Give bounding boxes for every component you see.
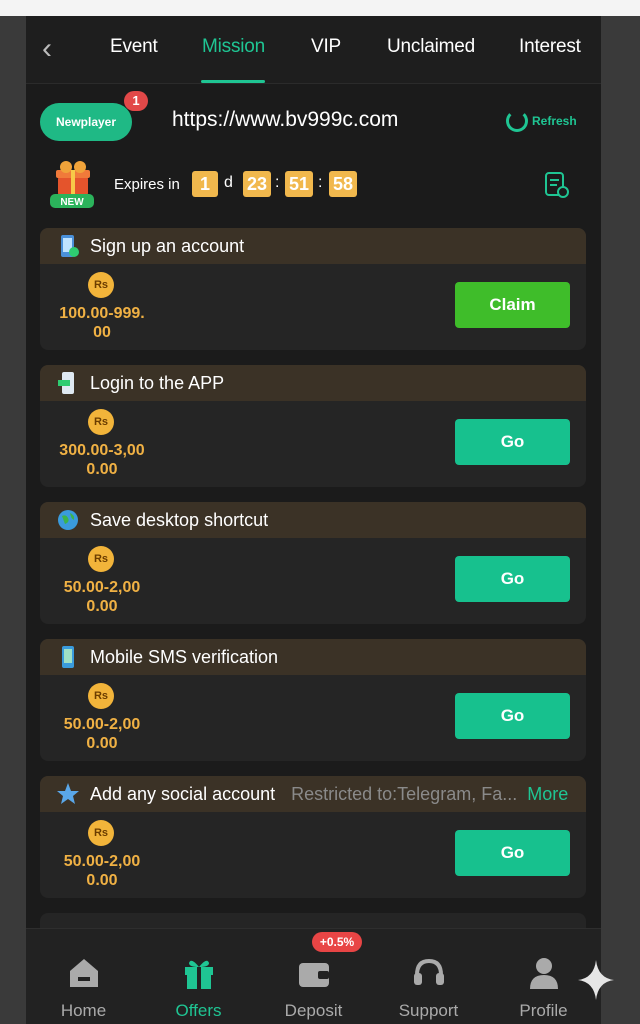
wallet-icon xyxy=(299,963,329,987)
new-label: NEW xyxy=(60,197,84,208)
timer-minutes: 51 xyxy=(285,171,313,197)
task-reward-line: 100.00-999. xyxy=(59,305,145,322)
records-icon[interactable] xyxy=(544,171,570,199)
timer-day-label: d xyxy=(224,174,233,191)
phone-login-icon xyxy=(58,372,74,394)
sparkle-icon xyxy=(578,960,614,1000)
refresh-label: Refresh xyxy=(532,114,577,128)
rupee-coin-icon: Rs xyxy=(88,546,114,572)
new-gift-icon: NEW xyxy=(50,161,94,208)
task-card: Sign up an account Rs 100.00-999. 00 Cla… xyxy=(40,228,586,350)
go-button[interactable]: Go xyxy=(455,556,570,602)
task-card: Add any social account Restricted to:Tel… xyxy=(40,776,586,898)
task-reward: 300.00-3,00 0.00 xyxy=(52,441,152,479)
task-title: Login to the APP xyxy=(90,372,225,393)
expires-label: Expires in xyxy=(114,176,180,193)
refresh-button[interactable]: Refresh xyxy=(506,110,577,132)
refresh-icon xyxy=(506,110,528,132)
task-title: Sign up an account xyxy=(90,235,245,256)
task-reward-line: 0.00 xyxy=(86,872,118,889)
social-star-icon xyxy=(57,783,79,804)
tab-unclaimed[interactable]: Unclaimed xyxy=(387,36,475,58)
home-icon xyxy=(70,959,98,987)
rupee-coin-icon: Rs xyxy=(88,820,114,846)
headset-icon xyxy=(414,958,444,985)
task-reward: 100.00-999. 00 xyxy=(52,304,152,342)
task-reward-line: 50.00-2,00 xyxy=(63,853,141,870)
rupee-coin-icon: Rs xyxy=(88,409,114,435)
phone-check-icon xyxy=(61,235,79,257)
task-restriction: Restricted to:Telegram, Fa... xyxy=(291,783,518,804)
task-reward-line: 300.00-3,00 xyxy=(59,442,145,459)
nav-home[interactable]: Home xyxy=(26,929,141,1024)
claim-button[interactable]: Claim xyxy=(455,282,570,328)
nav-label: Deposit xyxy=(284,1001,343,1020)
task-card: Mobile SMS verification Rs 50.00-2,00 0.… xyxy=(40,639,586,761)
nav-offers[interactable]: Offers xyxy=(141,929,256,1024)
task-title: Mobile SMS verification xyxy=(90,646,279,667)
rupee-coin-icon: Rs xyxy=(88,683,114,709)
go-button[interactable]: Go xyxy=(455,419,570,465)
timer-sep: : xyxy=(318,174,323,191)
app-screen: ‹ Event Mission VIP Unclaimed Interest N… xyxy=(26,16,601,1024)
task-card-header: Mobile SMS verification xyxy=(40,639,586,675)
newplayer-count-badge: 1 xyxy=(124,91,148,111)
nav-support[interactable]: Support xyxy=(371,929,486,1024)
task-card-header: Add any social account Restricted to:Tel… xyxy=(40,776,586,812)
task-title: Add any social account xyxy=(90,783,276,804)
more-link[interactable]: More xyxy=(527,784,568,805)
person-icon xyxy=(530,958,558,989)
tab-bar: ‹ Event Mission VIP Unclaimed Interest xyxy=(26,16,601,84)
timer-sep: : xyxy=(275,174,280,191)
tab-interest[interactable]: Interest xyxy=(519,36,581,58)
rupee-coin-icon: Rs xyxy=(88,272,114,298)
task-card-header: Sign up an account xyxy=(40,228,586,264)
task-reward-line: 0.00 xyxy=(86,461,118,478)
tab-event[interactable]: Event xyxy=(110,36,158,58)
task-card: Save desktop shortcut Rs 50.00-2,00 0.00… xyxy=(40,502,586,624)
timer-days: 1 xyxy=(192,171,218,197)
active-tab-indicator xyxy=(201,80,265,83)
go-button[interactable]: Go xyxy=(455,693,570,739)
nav-label: Home xyxy=(60,1001,107,1020)
site-url: https://www.bv999c.com xyxy=(172,108,399,131)
nav-label: Profile xyxy=(519,1001,568,1020)
browser-top-strip xyxy=(0,0,640,16)
tab-mission[interactable]: Mission xyxy=(202,36,265,58)
task-reward: 50.00-2,00 0.00 xyxy=(52,852,152,890)
mobile-sms-icon xyxy=(62,646,74,668)
timer-seconds: 58 xyxy=(329,171,357,197)
go-button[interactable]: Go xyxy=(455,830,570,876)
nav-label: Offers xyxy=(175,1001,222,1020)
task-card: Login to the APP Rs 300.00-3,00 0.00 Go xyxy=(40,365,586,487)
tab-vip[interactable]: VIP xyxy=(311,36,341,58)
task-card-header: Save desktop shortcut xyxy=(40,502,586,538)
globe-icon xyxy=(58,510,78,530)
task-reward-line: 0.00 xyxy=(86,735,118,752)
task-reward-line: 00 xyxy=(93,324,111,341)
task-reward-line: 50.00-2,00 xyxy=(63,716,141,733)
newplayer-badge[interactable]: Newplayer xyxy=(40,103,132,141)
task-reward-line: 50.00-2,00 xyxy=(63,579,141,596)
deposit-bonus-badge: +0.5% xyxy=(312,932,362,952)
task-card-header: Login to the APP xyxy=(40,365,586,401)
nav-label: Support xyxy=(398,1001,459,1020)
task-reward-line: 0.00 xyxy=(86,598,118,615)
task-reward: 50.00-2,00 0.00 xyxy=(52,715,152,753)
gift-icon xyxy=(185,960,213,989)
back-icon[interactable]: ‹ xyxy=(42,34,60,64)
task-title: Save desktop shortcut xyxy=(90,509,269,530)
timer-hours: 23 xyxy=(243,171,271,197)
task-reward: 50.00-2,00 0.00 xyxy=(52,578,152,616)
